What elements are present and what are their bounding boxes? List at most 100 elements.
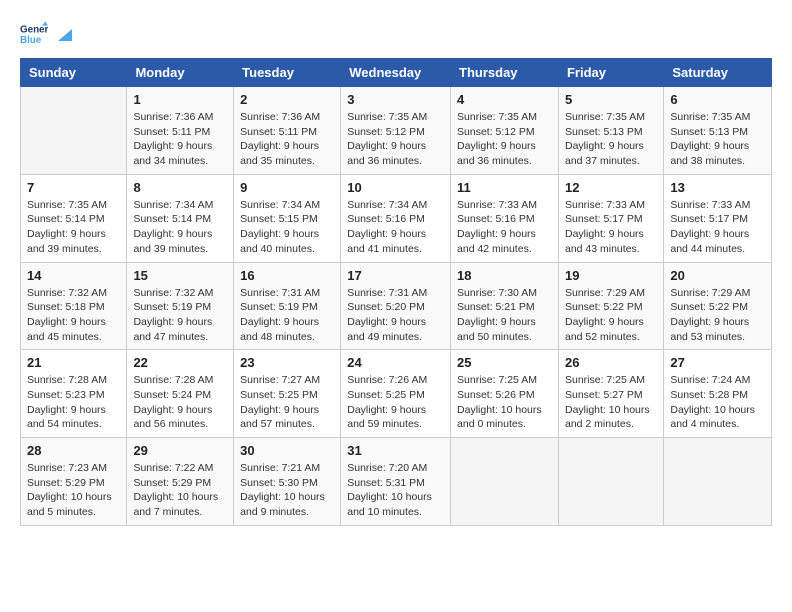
day-cell: 30 Sunrise: 7:21 AM Sunset: 5:30 PM Dayli… [234,438,341,526]
day-cell: 2Sunrise: 7:36 AM Sunset: 5:11 PM Daylig… [234,87,341,175]
day-info: Sunrise: 7:30 AM Sunset: 5:21 PM Dayligh… [457,286,552,345]
day-header-friday: Friday [558,59,663,87]
day-cell: 7 Sunrise: 7:35 AM Sunset: 5:14 PM Daylig… [21,174,127,262]
day-number: 20 [670,268,765,283]
day-cell: 11Sunrise: 7:33 AM Sunset: 5:16 PM Dayli… [451,174,559,262]
day-cell: 4 Sunrise: 7:35 AM Sunset: 5:12 PM Daylig… [451,87,559,175]
day-number: 11 [457,180,552,195]
day-info: Sunrise: 7:27 AM Sunset: 5:25 PM Dayligh… [240,373,334,432]
day-cell: 12 Sunrise: 7:33 AM Sunset: 5:17 PM Dayli… [558,174,663,262]
day-info: Sunrise: 7:25 AM Sunset: 5:26 PM Dayligh… [457,373,552,432]
day-cell: 10 Sunrise: 7:34 AM Sunset: 5:16 PM Dayli… [341,174,451,262]
logo-triangle [54,27,72,45]
day-number: 25 [457,355,552,370]
day-cell: 6Sunrise: 7:35 AM Sunset: 5:13 PM Daylig… [664,87,772,175]
page-header: General Blue [20,20,772,48]
day-number: 29 [133,443,227,458]
day-info: Sunrise: 7:23 AM Sunset: 5:29 PM Dayligh… [27,461,120,520]
day-cell: 15 Sunrise: 7:32 AM Sunset: 5:19 PM Dayli… [127,262,234,350]
day-number: 23 [240,355,334,370]
day-cell [558,438,663,526]
day-number: 17 [347,268,444,283]
day-number: 5 [565,92,657,107]
day-number: 10 [347,180,444,195]
day-number: 15 [133,268,227,283]
day-cell: 1 Sunrise: 7:36 AM Sunset: 5:11 PM Daylig… [127,87,234,175]
header-row: SundayMondayTuesdayWednesdayThursdayFrid… [21,59,772,87]
day-cell: 3 Sunrise: 7:35 AM Sunset: 5:12 PM Daylig… [341,87,451,175]
week-row-4: 21Sunrise: 7:28 AM Sunset: 5:23 PM Dayli… [21,350,772,438]
day-cell: 29Sunrise: 7:22 AM Sunset: 5:29 PM Dayli… [127,438,234,526]
day-info: Sunrise: 7:28 AM Sunset: 5:23 PM Dayligh… [27,373,120,432]
day-info: Sunrise: 7:33 AM Sunset: 5:17 PM Dayligh… [670,198,765,257]
day-number: 1 [133,92,227,107]
week-row-5: 28 Sunrise: 7:23 AM Sunset: 5:29 PM Dayli… [21,438,772,526]
day-info: Sunrise: 7:34 AM Sunset: 5:16 PM Dayligh… [347,198,444,257]
calendar-table: SundayMondayTuesdayWednesdayThursdayFrid… [20,58,772,526]
day-number: 28 [27,443,120,458]
day-header-wednesday: Wednesday [341,59,451,87]
day-cell: 13 Sunrise: 7:33 AM Sunset: 5:17 PM Dayli… [664,174,772,262]
day-info: Sunrise: 7:20 AM Sunset: 5:31 PM Dayligh… [347,461,444,520]
day-number: 30 [240,443,334,458]
day-number: 8 [133,180,227,195]
day-number: 26 [565,355,657,370]
day-info: Sunrise: 7:34 AM Sunset: 5:15 PM Dayligh… [240,198,334,257]
day-number: 16 [240,268,334,283]
day-cell [664,438,772,526]
day-info: Sunrise: 7:34 AM Sunset: 5:14 PM Dayligh… [133,198,227,257]
day-cell [451,438,559,526]
day-number: 13 [670,180,765,195]
week-row-1: 1 Sunrise: 7:36 AM Sunset: 5:11 PM Daylig… [21,87,772,175]
day-info: Sunrise: 7:32 AM Sunset: 5:19 PM Dayligh… [133,286,227,345]
day-info: Sunrise: 7:31 AM Sunset: 5:20 PM Dayligh… [347,286,444,345]
day-info: Sunrise: 7:35 AM Sunset: 5:13 PM Dayligh… [670,110,765,169]
day-cell: 19 Sunrise: 7:29 AM Sunset: 5:22 PM Dayli… [558,262,663,350]
day-cell: 25 Sunrise: 7:25 AM Sunset: 5:26 PM Dayli… [451,350,559,438]
day-number: 12 [565,180,657,195]
day-cell: 17 Sunrise: 7:31 AM Sunset: 5:20 PM Dayli… [341,262,451,350]
day-number: 31 [347,443,444,458]
day-info: Sunrise: 7:21 AM Sunset: 5:30 PM Dayligh… [240,461,334,520]
day-cell: 8 Sunrise: 7:34 AM Sunset: 5:14 PM Daylig… [127,174,234,262]
day-header-saturday: Saturday [664,59,772,87]
day-cell: 16 Sunrise: 7:31 AM Sunset: 5:19 PM Dayli… [234,262,341,350]
day-number: 19 [565,268,657,283]
day-number: 9 [240,180,334,195]
day-number: 3 [347,92,444,107]
day-number: 7 [27,180,120,195]
day-cell: 24Sunrise: 7:26 AM Sunset: 5:25 PM Dayli… [341,350,451,438]
day-info: Sunrise: 7:36 AM Sunset: 5:11 PM Dayligh… [133,110,227,169]
day-cell: 26Sunrise: 7:25 AM Sunset: 5:27 PM Dayli… [558,350,663,438]
day-number: 14 [27,268,120,283]
svg-text:Blue: Blue [20,35,42,46]
day-cell: 21Sunrise: 7:28 AM Sunset: 5:23 PM Dayli… [21,350,127,438]
day-info: Sunrise: 7:36 AM Sunset: 5:11 PM Dayligh… [240,110,334,169]
day-cell: 27Sunrise: 7:24 AM Sunset: 5:28 PM Dayli… [664,350,772,438]
day-cell: 14 Sunrise: 7:32 AM Sunset: 5:18 PM Dayli… [21,262,127,350]
day-header-monday: Monday [127,59,234,87]
day-info: Sunrise: 7:32 AM Sunset: 5:18 PM Dayligh… [27,286,120,345]
day-info: Sunrise: 7:29 AM Sunset: 5:22 PM Dayligh… [565,286,657,345]
logo: General Blue [20,20,72,48]
day-number: 22 [133,355,227,370]
day-cell [21,87,127,175]
day-info: Sunrise: 7:33 AM Sunset: 5:17 PM Dayligh… [565,198,657,257]
day-info: Sunrise: 7:35 AM Sunset: 5:12 PM Dayligh… [457,110,552,169]
day-number: 4 [457,92,552,107]
day-cell: 9 Sunrise: 7:34 AM Sunset: 5:15 PM Daylig… [234,174,341,262]
day-cell: 20Sunrise: 7:29 AM Sunset: 5:22 PM Dayli… [664,262,772,350]
svg-text:General: General [20,25,48,36]
day-info: Sunrise: 7:35 AM Sunset: 5:12 PM Dayligh… [347,110,444,169]
day-cell: 5Sunrise: 7:35 AM Sunset: 5:13 PM Daylig… [558,87,663,175]
day-info: Sunrise: 7:28 AM Sunset: 5:24 PM Dayligh… [133,373,227,432]
logo-icon: General Blue [20,20,48,48]
day-number: 24 [347,355,444,370]
day-info: Sunrise: 7:31 AM Sunset: 5:19 PM Dayligh… [240,286,334,345]
day-cell: 18Sunrise: 7:30 AM Sunset: 5:21 PM Dayli… [451,262,559,350]
day-header-thursday: Thursday [451,59,559,87]
week-row-3: 14 Sunrise: 7:32 AM Sunset: 5:18 PM Dayli… [21,262,772,350]
day-cell: 31 Sunrise: 7:20 AM Sunset: 5:31 PM Dayli… [341,438,451,526]
day-header-tuesday: Tuesday [234,59,341,87]
day-info: Sunrise: 7:35 AM Sunset: 5:14 PM Dayligh… [27,198,120,257]
